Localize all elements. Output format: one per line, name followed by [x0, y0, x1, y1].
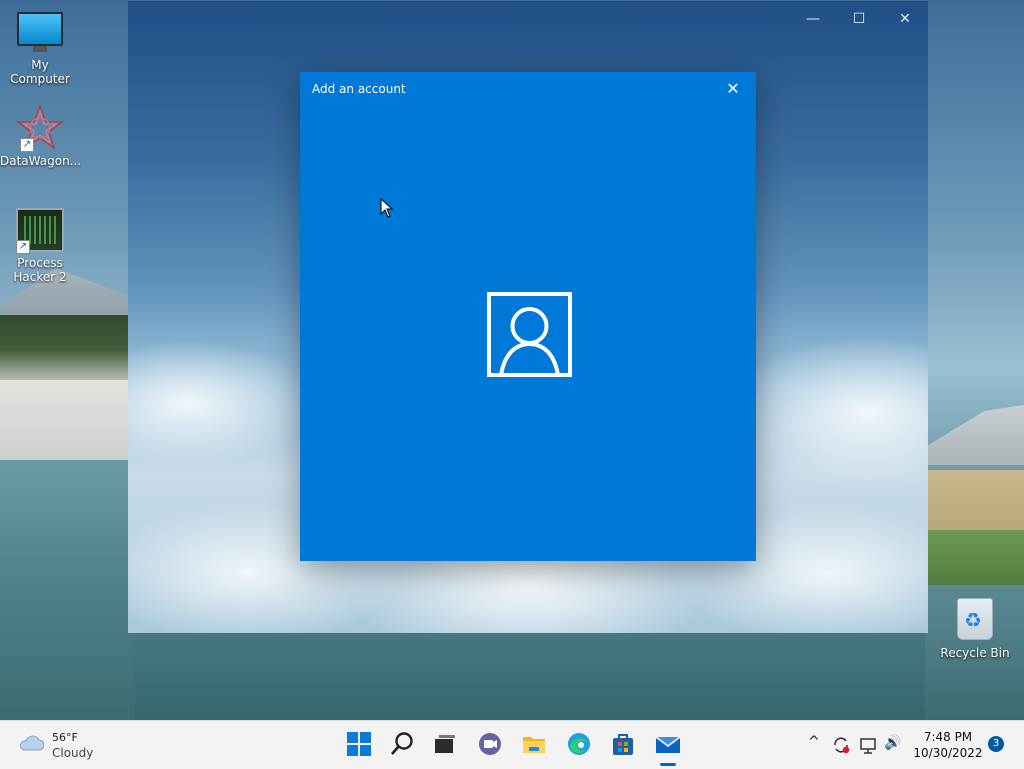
weather-widget[interactable]: 56°F Cloudy — [18, 729, 128, 761]
sync-status-icon[interactable] — [832, 735, 850, 755]
minimize-button[interactable]: — — [790, 7, 836, 31]
wallpaper-trees — [0, 315, 135, 385]
person-icon — [487, 292, 572, 377]
active-app-indicator — [660, 763, 676, 766]
notification-badge[interactable]: 3 — [988, 736, 1004, 752]
process-hacker-icon: ↗ — [16, 208, 64, 254]
maximize-button[interactable]: ☐ — [836, 7, 882, 31]
mouse-cursor-icon — [380, 198, 394, 218]
file-explorer-icon[interactable] — [521, 731, 547, 757]
desktop-icon-label: My Computer — [10, 58, 70, 86]
task-view-icon[interactable] — [432, 731, 458, 757]
desktop-icon-my-computer[interactable]: My Computer — [0, 12, 80, 86]
network-icon[interactable] — [860, 735, 878, 755]
computer-icon — [17, 12, 63, 52]
shortcut-arrow-icon: ↗ — [20, 138, 34, 152]
add-account-dialog: Add an account ✕ — [300, 72, 756, 561]
weather-temperature: 56°F — [52, 731, 78, 744]
start-icon[interactable] — [346, 731, 372, 757]
show-hidden-icons-chevron-icon[interactable]: ^ — [808, 734, 820, 754]
dialog-close-button[interactable]: ✕ — [720, 78, 746, 100]
wallpaper-hill — [925, 405, 1024, 465]
desktop-icon-process-hacker[interactable]: ↗ Process Hacker 2 — [0, 208, 80, 284]
desktop-icon-label: Recycle Bin — [940, 646, 1010, 660]
mail-icon[interactable] — [655, 731, 681, 757]
wallpaper-grass — [925, 530, 1024, 590]
desktop-icon-recycle-bin[interactable]: ♻ Recycle Bin — [935, 598, 1015, 660]
desktop-icon-datawagon[interactable]: ↗ DataWagon... — [0, 104, 82, 168]
clock-time: 7:48 PM — [923, 730, 973, 744]
wallpaper-lake — [0, 460, 135, 720]
search-icon[interactable] — [390, 731, 416, 757]
weather-condition: Cloudy — [52, 746, 94, 760]
desktop-icon-label: DataWagon... — [0, 154, 82, 168]
system-clock[interactable]: 7:48 PM 10/30/2022 — [908, 729, 988, 761]
recycle-bin-icon: ♻ — [957, 598, 993, 640]
clock-date: 10/30/2022 — [913, 746, 983, 760]
edge-icon[interactable] — [566, 731, 592, 757]
volume-icon[interactable]: 🔊 — [884, 735, 901, 755]
wallpaper-snow — [0, 380, 135, 460]
shortcut-arrow-icon: ↗ — [16, 240, 30, 254]
teams-chat-icon[interactable] — [477, 731, 503, 757]
cloud-icon — [19, 735, 44, 751]
datawagon-icon: ↗ — [16, 104, 64, 152]
taskbar: 56°F Cloudy ^ 🔊 7:48 PM 10/30/2022 3 — [0, 720, 1024, 769]
close-window-button[interactable]: ✕ — [882, 7, 928, 31]
dialog-title: Add an account — [312, 82, 406, 96]
desktop-icon-label: Process Hacker 2 — [13, 256, 67, 284]
store-icon[interactable] — [610, 731, 636, 757]
